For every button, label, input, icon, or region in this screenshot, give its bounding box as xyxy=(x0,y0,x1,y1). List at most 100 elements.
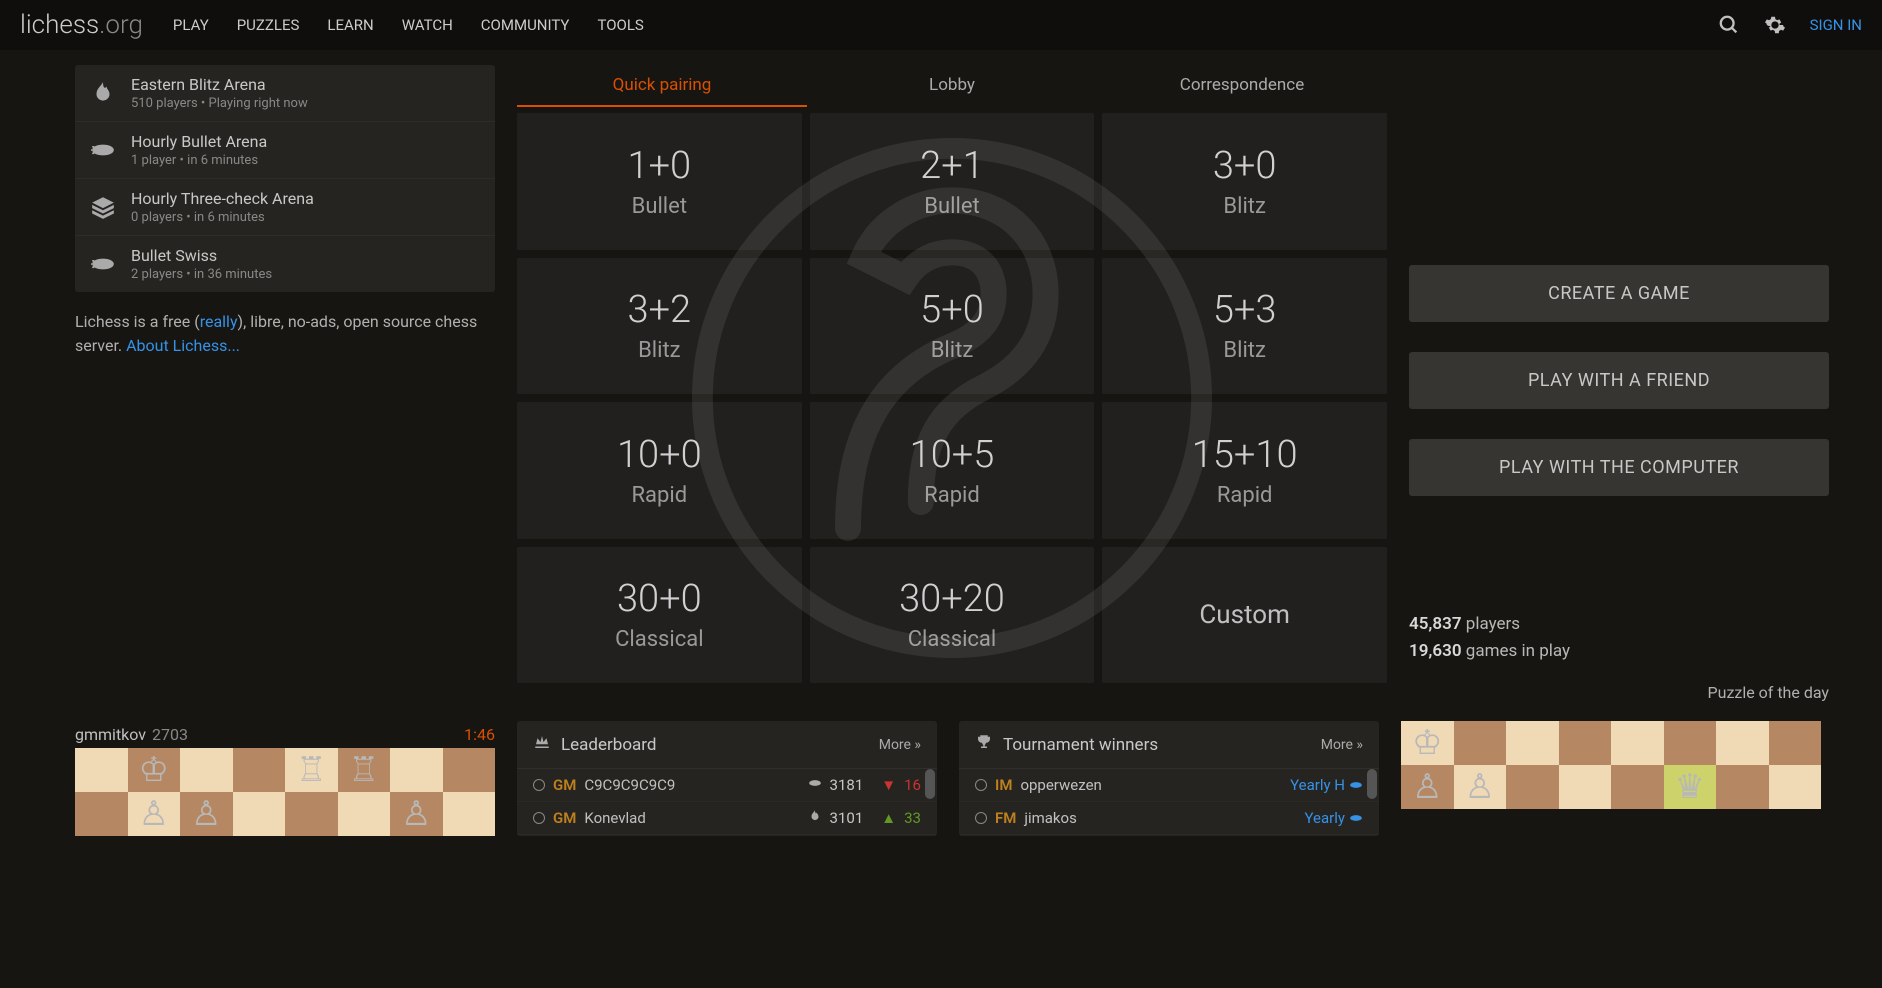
pairing-30-0-classical[interactable]: 30+0 Classical xyxy=(517,547,802,684)
pairing-10-5-rapid[interactable]: 10+5 Rapid xyxy=(810,402,1095,539)
pairing-5-0-blitz[interactable]: 5+0 Blitz xyxy=(810,258,1095,395)
player-name: opperwezen xyxy=(1020,776,1282,794)
leaderboard-panel: Leaderboard More » GM C9C9C9C9C9 3181 ▼ … xyxy=(517,721,937,836)
leaderboard-row[interactable]: GM C9C9C9C9C9 3181 ▼ 16 xyxy=(517,769,937,802)
pairing-time: 5+0 xyxy=(920,288,984,332)
tournament-winners-panel: Tournament winners More » IM opperwezen … xyxy=(959,721,1379,836)
tournament-row[interactable]: Bullet Swiss 2 players • in 36 minutes xyxy=(75,236,495,292)
pairing-3-0-blitz[interactable]: 3+0Blitz xyxy=(1102,113,1387,250)
featured-board: ♔♖♖ ♙♙♙ xyxy=(75,748,495,836)
pairing-time: 3+0 xyxy=(1213,144,1277,188)
more-link[interactable]: More » xyxy=(1321,737,1363,753)
player-name: jimakos xyxy=(1024,809,1296,827)
event-link[interactable]: Yearly xyxy=(1305,809,1363,827)
tournament-title: Bullet Swiss xyxy=(131,246,272,265)
pairing-type: Blitz xyxy=(638,338,681,363)
event-name: Yearly H xyxy=(1290,776,1345,794)
tournament-row[interactable]: Eastern Blitz Arena 510 players • Playin… xyxy=(75,65,495,122)
player-rating: 3181 xyxy=(830,776,864,794)
search-icon[interactable] xyxy=(1718,14,1740,36)
pairing-type: Blitz xyxy=(1223,338,1266,363)
pairing-custom[interactable]: Custom xyxy=(1102,547,1387,684)
main: Eastern Blitz Arena 510 players • Playin… xyxy=(0,50,1882,721)
nav-tools[interactable]: TOOLS xyxy=(597,16,643,34)
pairing-type: Blitz xyxy=(931,338,974,363)
pairing-3-2-blitz[interactable]: 3+2 Blitz xyxy=(517,258,802,395)
nav-puzzles[interactable]: PUZZLES xyxy=(237,16,300,34)
event-link[interactable]: Yearly H xyxy=(1290,776,1363,794)
rating-delta: 16 xyxy=(904,776,921,794)
event-name: Yearly xyxy=(1305,809,1345,827)
gear-icon[interactable] xyxy=(1764,14,1786,36)
scrollbar-thumb[interactable] xyxy=(1367,769,1377,799)
tagline: Lichess is a free (really), libre, no-ad… xyxy=(75,310,495,358)
tournament-title: Eastern Blitz Arena xyxy=(131,75,308,94)
pairing-2-1-bullet[interactable]: 2+1Bullet xyxy=(810,113,1095,250)
pairing-time: 3+2 xyxy=(628,288,692,332)
tournament-row[interactable]: Hourly Bullet Arena 1 player • in 6 minu… xyxy=(75,122,495,179)
games-count: 19,630 xyxy=(1409,641,1462,661)
scrollbar-thumb[interactable] xyxy=(925,769,935,799)
pairing-type: Classical xyxy=(908,627,997,652)
arrow-up-icon: ▲ xyxy=(881,809,896,827)
topbar-right: SIGN IN xyxy=(1718,14,1862,36)
more-link[interactable]: More » xyxy=(879,737,921,753)
status-ring-icon xyxy=(533,812,545,824)
tournament-title: Hourly Bullet Arena xyxy=(131,132,267,151)
pairing-10-0-rapid[interactable]: 10+0Rapid xyxy=(517,402,802,539)
panel-body: GM C9C9C9C9C9 3181 ▼ 16 GM Konevlad 3101… xyxy=(517,769,937,835)
tab-quick-pairing[interactable]: Quick pairing xyxy=(517,65,807,107)
nav-learn[interactable]: LEARN xyxy=(327,16,373,34)
custom-label: Custom xyxy=(1199,600,1290,630)
nav-watch[interactable]: WATCH xyxy=(402,16,453,34)
tabs: Quick pairing Lobby Correspondence xyxy=(517,65,1387,107)
player-name: Konevlad xyxy=(584,809,799,827)
play-computer-button[interactable]: PLAY WITH THE COMPUTER xyxy=(1409,439,1829,496)
nav-links: PLAY PUZZLES LEARN WATCH COMMUNITY TOOLS xyxy=(173,16,1718,34)
pairing-30-20-classical[interactable]: 30+20Classical xyxy=(810,547,1095,684)
pairing-1-0-bullet[interactable]: 1+0Bullet xyxy=(517,113,802,250)
really-link[interactable]: really xyxy=(200,312,238,331)
about-link[interactable]: About Lichess... xyxy=(126,336,240,355)
player-rating: 3101 xyxy=(830,809,864,827)
create-game-button[interactable]: CREATE A GAME xyxy=(1409,265,1829,322)
pairing-time: 30+0 xyxy=(617,577,702,621)
leaderboard-row[interactable]: GM Konevlad 3101 ▲ 33 xyxy=(517,802,937,835)
twinner-row[interactable]: FM jimakos Yearly xyxy=(959,802,1379,835)
puzzle-of-day-label: Puzzle of the day xyxy=(1409,683,1829,702)
crown-icon xyxy=(533,733,551,756)
featured-game[interactable]: gmmitkov2703 1:46 ♔♖♖ ♙♙♙ xyxy=(75,721,495,836)
pairing-time: 5+3 xyxy=(1213,288,1277,332)
pairing-grid: 1+0Bullet 2+1Bullet 3+0Blitz 3+2Blitz 5+… xyxy=(517,113,1387,683)
arrow-down-icon: ▼ xyxy=(881,776,896,794)
twinner-row[interactable]: IM opperwezen Yearly H xyxy=(959,769,1379,802)
pairing-type: Classical xyxy=(615,627,704,652)
play-friend-button[interactable]: PLAY WITH A FRIEND xyxy=(1409,352,1829,409)
tournament-row[interactable]: Hourly Three-check Arena 0 players • in … xyxy=(75,179,495,236)
tournament-list: Eastern Blitz Arena 510 players • Playin… xyxy=(75,65,495,292)
player-name: C9C9C9C9C9 xyxy=(584,776,799,794)
pairing-type: Rapid xyxy=(632,483,688,508)
puzzle-board[interactable]: ♔ ♙♙♛ xyxy=(1401,721,1821,809)
featured-header: gmmitkov2703 1:46 xyxy=(75,721,495,748)
status-ring-icon xyxy=(533,779,545,791)
nav-play[interactable]: PLAY xyxy=(173,16,209,34)
status-ring-icon xyxy=(975,812,987,824)
pairing-time: 10+5 xyxy=(910,433,995,477)
panel-title: Tournament winners xyxy=(975,733,1158,756)
tab-lobby[interactable]: Lobby xyxy=(807,65,1097,107)
pairing-time: 15+10 xyxy=(1192,433,1298,477)
tab-correspondence[interactable]: Correspondence xyxy=(1097,65,1387,107)
nav-community[interactable]: COMMUNITY xyxy=(481,16,570,34)
panel-body: IM opperwezen Yearly H FM jimakos Yearly xyxy=(959,769,1379,835)
stats: 45,837 players 19,630 games in play xyxy=(1409,611,1829,665)
featured-clock: 1:46 xyxy=(464,725,495,744)
twinners-title: Tournament winners xyxy=(1003,735,1158,755)
flame-icon xyxy=(89,79,117,107)
signin-link[interactable]: SIGN IN xyxy=(1810,16,1862,34)
logo[interactable]: lichess.org xyxy=(20,10,143,40)
pairing-5-3-blitz[interactable]: 5+3 Blitz xyxy=(1102,258,1387,395)
pairing-15-10-rapid[interactable]: 15+10Rapid xyxy=(1102,402,1387,539)
side-right: CREATE A GAME PLAY WITH A FRIEND PLAY WI… xyxy=(1409,65,1829,706)
pairing-type: Rapid xyxy=(924,483,980,508)
